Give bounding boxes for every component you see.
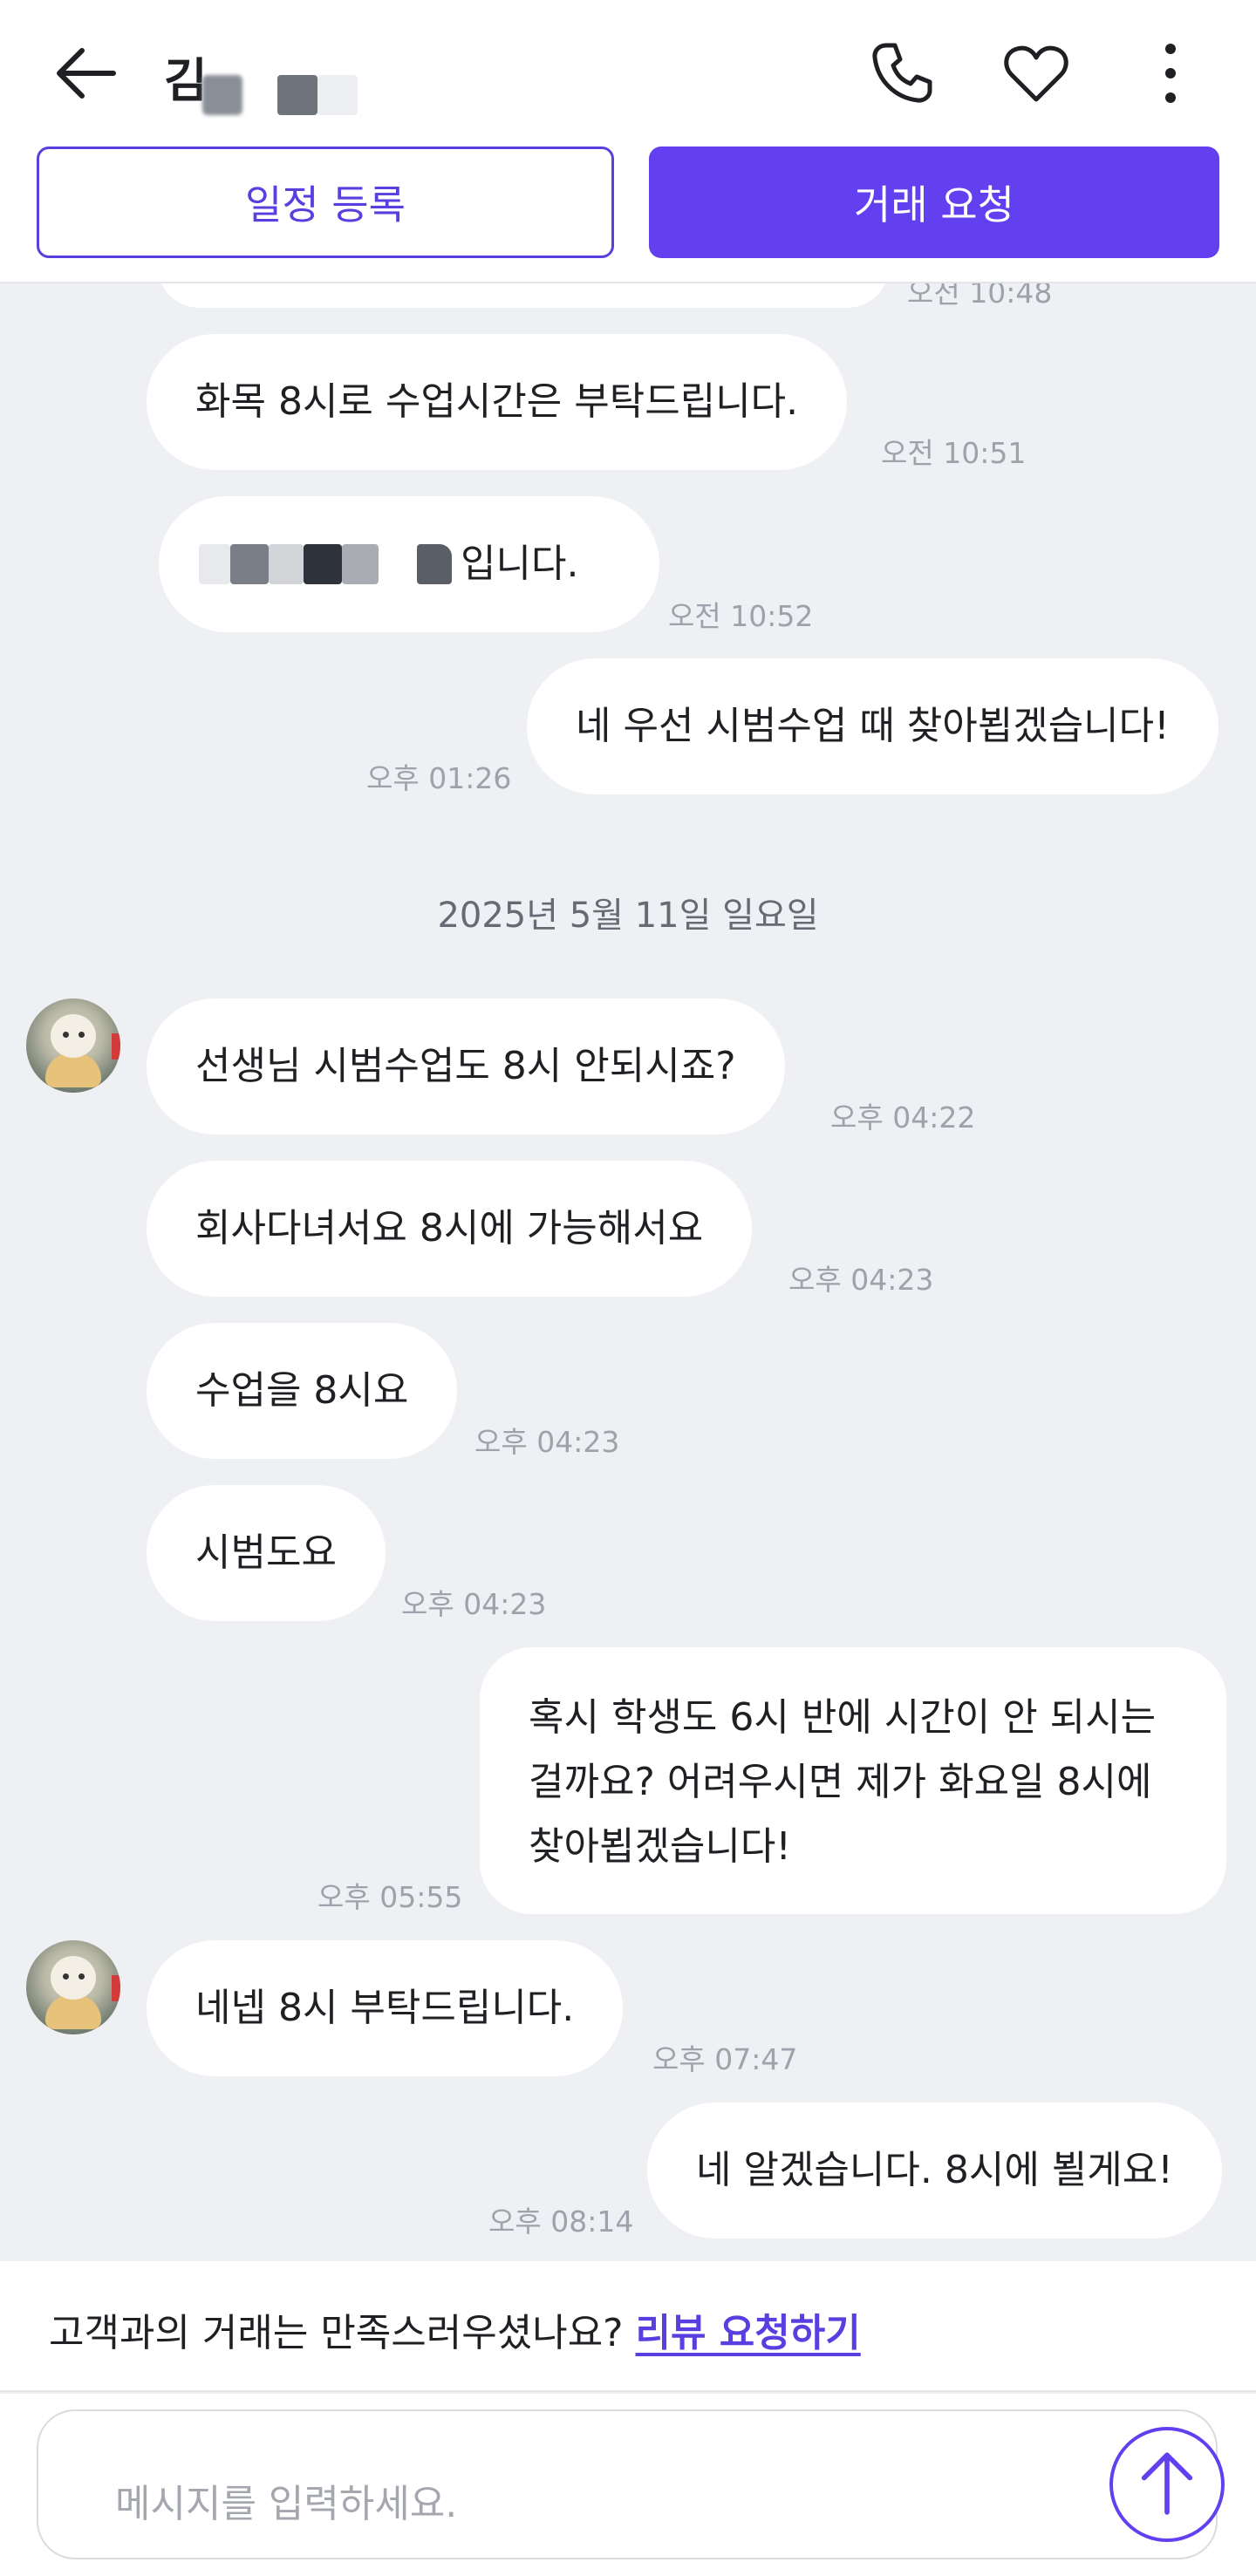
message-placeholder: 메시지를 입력하세요. xyxy=(115,2482,458,2526)
message-time: 오후 04:23 xyxy=(474,1425,620,1459)
incoming-message: 회사다녀서요 8시에 가능해서요 xyxy=(147,1161,753,1297)
more-vertical-icon[interactable] xyxy=(1136,38,1205,108)
message-line: 혹시 학생도 6시 반에 시간이 안 되시는 xyxy=(529,1695,1157,1740)
arrow-up-icon[interactable] xyxy=(1109,2427,1225,2542)
review-prompt: 고객과의 거래는 만족스러우셨나요? 리뷰 요청하기 xyxy=(0,2261,1256,2392)
incoming-message: 네넵 8시 부탁드립니다. xyxy=(147,1940,624,2076)
phone-icon[interactable] xyxy=(867,38,937,108)
message-line: 찾아뵙겠습니다! xyxy=(529,1824,791,1869)
avatar[interactable] xyxy=(26,1940,120,2034)
outgoing-message: 네 알겠습니다. 8시에 뵐게요! xyxy=(647,2102,1222,2239)
message-time: 오후 01:26 xyxy=(366,761,512,795)
message-time: 오전 10:52 xyxy=(668,599,814,633)
message-time: 오후 04:22 xyxy=(830,1101,976,1135)
message-time: 오후 04:23 xyxy=(401,1587,547,1621)
review-question: 고객과의 거래는 만족스러우셨나요? xyxy=(49,2311,624,2355)
message-time: 오후 05:55 xyxy=(317,1880,463,1914)
incoming-message xyxy=(157,283,890,308)
contact-name: 김 xyxy=(164,53,208,108)
outgoing-message: 네 우선 시범수업 때 찾아뵙겠습니다! xyxy=(527,658,1218,794)
incoming-message: 수업을 8시요 xyxy=(147,1323,458,1459)
avatar[interactable] xyxy=(26,998,120,1093)
date-separator: 2025년 5월 11일 일요일 xyxy=(437,896,819,936)
message-composer: 메시지를 입력하세요. xyxy=(0,2394,1256,2576)
message-time: 오전 10:51 xyxy=(881,436,1027,470)
message-text: 입니다. xyxy=(461,542,579,586)
message-time: 오후 04:23 xyxy=(788,1263,934,1297)
redacted-text xyxy=(199,544,230,584)
chat-messages[interactable]: 오전 10:48 화목 8시로 수업시간은 부탁드립니다. 오전 10:51 입… xyxy=(0,283,1256,2261)
deal-request-button[interactable]: 거래 요청 xyxy=(649,147,1219,258)
incoming-message: 선생님 시범수업도 8시 안되시죠? xyxy=(147,998,785,1135)
redacted-name-part xyxy=(277,75,317,115)
schedule-button[interactable]: 일정 등록 xyxy=(37,147,614,258)
redacted-name-part xyxy=(317,75,358,115)
incoming-message: 시범도요 xyxy=(147,1485,386,1621)
message-line: 걸까요? 어려우시면 제가 화요일 8시에 xyxy=(529,1760,1152,1804)
redacted-text xyxy=(417,544,452,584)
redacted-name-part xyxy=(202,75,242,115)
incoming-message: 화목 8시로 수업시간은 부탁드립니다. xyxy=(147,334,848,470)
review-request-link[interactable]: 리뷰 요청하기 xyxy=(636,2311,861,2355)
redacted-text xyxy=(304,544,342,584)
heart-icon[interactable] xyxy=(1001,38,1071,108)
redacted-text xyxy=(342,544,379,584)
chat-header: 김 일정 등록 거래 요청 xyxy=(0,0,1256,283)
redacted-text xyxy=(269,544,304,584)
arrow-left-icon[interactable] xyxy=(52,40,119,106)
message-time: 오후 08:14 xyxy=(488,2205,634,2239)
message-input[interactable]: 메시지를 입력하세요. xyxy=(37,2409,1218,2559)
message-time: 오전 10:48 xyxy=(907,283,1053,310)
outgoing-message: 혹시 학생도 6시 반에 시간이 안 되시는 걸까요? 어려우시면 제가 화요일… xyxy=(480,1647,1226,1914)
redacted-text xyxy=(230,544,269,584)
incoming-message: 입니다. xyxy=(159,496,659,632)
message-time: 오후 07:47 xyxy=(652,2042,798,2076)
